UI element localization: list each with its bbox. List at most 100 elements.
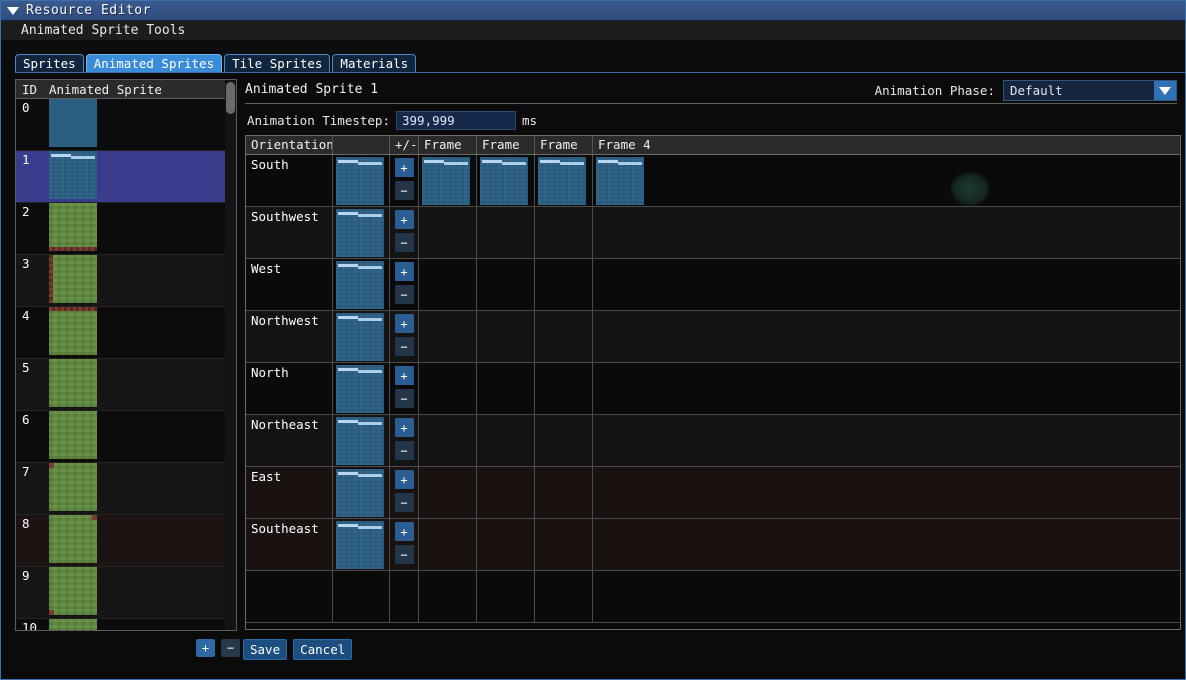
orientation-label: East <box>251 469 282 484</box>
remove-frame-button[interactable]: − <box>394 181 414 200</box>
scrollbar-thumb[interactable] <box>226 82 235 114</box>
frame-cell-2[interactable] <box>477 363 535 414</box>
remove-frame-button[interactable]: − <box>394 233 414 252</box>
resource-editor-window: Resource Editor Animated Sprite Tools Sp… <box>0 0 1186 680</box>
preview-cell <box>333 311 390 362</box>
sprite-thumbnail <box>49 619 97 630</box>
frame-cell-2[interactable] <box>477 467 535 518</box>
frame-cell-3[interactable] <box>535 519 593 570</box>
frame-cell-3[interactable] <box>535 207 593 258</box>
sprite-list-item[interactable]: 9 <box>16 567 236 619</box>
frame-cell-4[interactable] <box>593 467 1180 518</box>
frame-cell-1[interactable] <box>419 311 477 362</box>
frame-cell-1[interactable] <box>419 363 477 414</box>
sprite-list-item[interactable]: 3 <box>16 255 236 307</box>
remove-frame-button[interactable]: − <box>394 285 414 304</box>
frame-cell-1[interactable] <box>419 467 477 518</box>
editor-title: Animated Sprite 1 <box>245 82 379 97</box>
frame-cell-2[interactable] <box>477 571 535 622</box>
preview-cell <box>333 207 390 258</box>
grid-row <box>246 571 1180 623</box>
tab-materials[interactable]: Materials <box>332 54 417 73</box>
add-frame-button[interactable]: + <box>394 418 414 437</box>
remove-sprite-button[interactable]: − <box>221 639 240 657</box>
add-frame-button[interactable]: + <box>394 314 414 333</box>
tab-animated-sprites[interactable]: Animated Sprites <box>85 54 223 73</box>
frame-cell-4[interactable] <box>593 311 1180 362</box>
tab-tile-sprites[interactable]: Tile Sprites <box>224 54 331 73</box>
orientation-label: North <box>251 365 289 380</box>
frame-cell-2[interactable] <box>477 415 535 466</box>
add-frame-button[interactable]: + <box>394 158 414 177</box>
sprite-list-scrollbar[interactable] <box>225 80 236 630</box>
add-frame-button[interactable]: + <box>394 366 414 385</box>
frame-cell-3[interactable] <box>535 155 593 206</box>
grid-row: West + − <box>246 259 1180 311</box>
remove-frame-button[interactable]: − <box>394 337 414 356</box>
add-frame-button[interactable]: + <box>394 262 414 281</box>
frame-cell-2[interactable] <box>477 519 535 570</box>
sprite-thumbnail <box>49 99 97 147</box>
triangle-down-icon[interactable] <box>7 6 19 15</box>
tab-sprites[interactable]: Sprites <box>15 54 84 73</box>
sprite-list-item[interactable]: 1 <box>16 151 236 203</box>
grid-header-frame-4: Frame 4 <box>598 137 651 152</box>
frame-cell-1[interactable] <box>419 155 477 206</box>
grid-header-frame-3: Frame 3 <box>535 136 593 154</box>
grid-header-orientation: Orientation <box>246 136 333 154</box>
frame-cell-3[interactable] <box>535 415 593 466</box>
grid-row: Southwest + − <box>246 207 1180 259</box>
remove-frame-button[interactable]: − <box>394 389 414 408</box>
frame-cell-4[interactable] <box>593 259 1180 310</box>
frame-cell-1[interactable] <box>419 519 477 570</box>
frame-cell-4[interactable] <box>593 415 1180 466</box>
frame-cell-1[interactable] <box>419 207 477 258</box>
sprite-id: 9 <box>22 568 30 583</box>
chevron-down-icon[interactable] <box>1154 81 1176 100</box>
sprite-thumbnail <box>49 307 97 355</box>
add-frame-button[interactable]: + <box>394 470 414 489</box>
sprite-list-item[interactable]: 8 <box>16 515 236 567</box>
animation-timestep-unit: ms <box>522 113 538 128</box>
frame-cell-2[interactable] <box>477 155 535 206</box>
frame-cell-3[interactable] <box>535 259 593 310</box>
sprite-list-item[interactable]: 10 <box>16 619 236 630</box>
frame-cell-4[interactable] <box>593 363 1180 414</box>
frame-sprite <box>480 157 528 205</box>
frame-cell-2[interactable] <box>477 207 535 258</box>
animation-timestep-input[interactable]: 399,999 <box>396 111 516 130</box>
frame-cell-1[interactable] <box>419 571 477 622</box>
remove-frame-button[interactable]: − <box>394 441 414 460</box>
sprite-list-item[interactable]: 2 <box>16 203 236 255</box>
add-frame-button[interactable]: + <box>394 210 414 229</box>
cancel-button[interactable]: Cancel <box>293 639 353 660</box>
frame-cell-4[interactable] <box>593 571 1180 622</box>
add-sprite-button[interactable]: + <box>196 639 215 657</box>
frame-cell-3[interactable] <box>535 363 593 414</box>
frame-cell-4[interactable] <box>593 155 1180 206</box>
subtitle-bar: Animated Sprite Tools <box>1 21 1185 40</box>
sprite-id: 4 <box>22 308 30 323</box>
frame-cell-3[interactable] <box>535 311 593 362</box>
frame-cell-3[interactable] <box>535 571 593 622</box>
preview-cell <box>333 155 390 206</box>
sprite-list-item[interactable]: 5 <box>16 359 236 411</box>
sprite-list-item[interactable]: 0 <box>16 99 236 151</box>
frame-cell-2[interactable] <box>477 311 535 362</box>
sprite-list-item[interactable]: 4 <box>16 307 236 359</box>
sprite-list-item[interactable]: 6 <box>16 411 236 463</box>
frame-cell-1[interactable] <box>419 259 477 310</box>
preview-cell <box>333 467 390 518</box>
frame-cell-1[interactable] <box>419 415 477 466</box>
remove-frame-button[interactable]: − <box>394 545 414 564</box>
animation-phase-select[interactable]: Default <box>1003 80 1177 101</box>
frame-cell-4[interactable] <box>593 519 1180 570</box>
frame-cell-3[interactable] <box>535 467 593 518</box>
remove-frame-button[interactable]: − <box>394 493 414 512</box>
save-button[interactable]: Save <box>243 639 288 660</box>
sprite-id: 3 <box>22 256 30 271</box>
add-frame-button[interactable]: + <box>394 522 414 541</box>
sprite-list-item[interactable]: 7 <box>16 463 236 515</box>
frame-cell-2[interactable] <box>477 259 535 310</box>
frame-cell-4[interactable] <box>593 207 1180 258</box>
